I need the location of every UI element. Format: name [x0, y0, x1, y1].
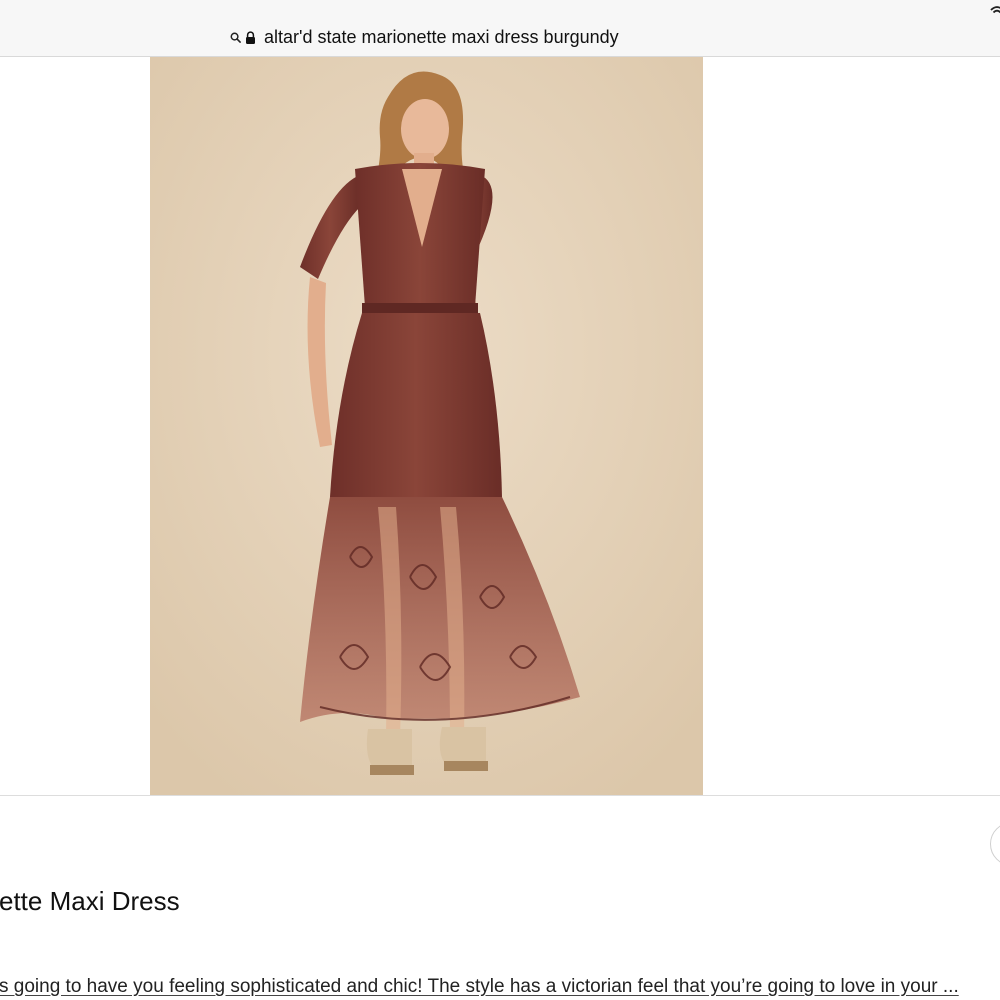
lock-icon: [246, 30, 255, 44]
section-divider: [0, 795, 1000, 796]
address-bar[interactable]: altar'd state marionette maxi dress burg…: [0, 0, 1000, 57]
product-photo-illustration: [150, 57, 703, 795]
product-description-link[interactable]: s going to have you feeling sophisticate…: [0, 976, 959, 998]
carousel-next-button[interactable]: [990, 822, 1000, 866]
product-image[interactable]: [150, 57, 703, 795]
url-field[interactable]: altar'd state marionette maxi dress burg…: [230, 26, 619, 48]
url-text: altar'd state marionette maxi dress burg…: [264, 26, 619, 47]
search-icon: [230, 32, 241, 43]
product-title[interactable]: ette Maxi Dress: [0, 886, 180, 917]
wifi-icon: [990, 6, 1000, 14]
